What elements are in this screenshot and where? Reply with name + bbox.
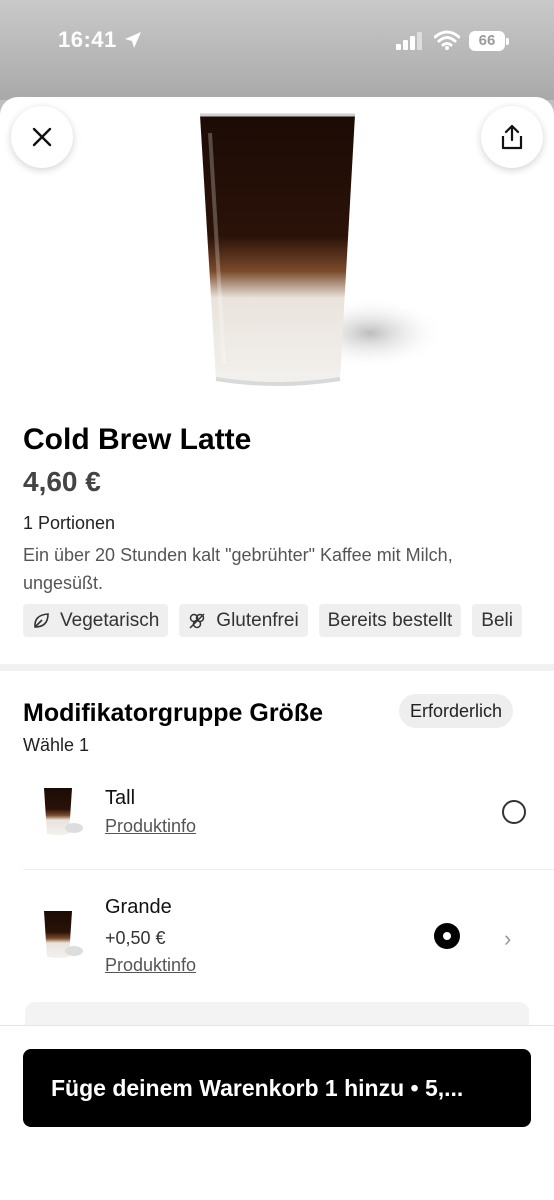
choose-count-label: Wähle 1 bbox=[23, 735, 90, 755]
tag-gluten-free: Glutenfrei bbox=[179, 604, 308, 637]
wifi-icon bbox=[434, 30, 460, 50]
tag-already-ordered: Bereits bestellt bbox=[318, 604, 462, 637]
tag-label: Glutenfrei bbox=[216, 609, 299, 631]
tag-label: Beli bbox=[481, 609, 513, 631]
section-divider bbox=[0, 664, 554, 671]
close-button[interactable] bbox=[11, 106, 73, 168]
footer-bar: Füge deinem Warenkorb 1 hinzu • 5,... bbox=[0, 1025, 554, 1200]
tag-list: Vegetarisch Glutenfrei Bereits bestellt … bbox=[23, 604, 522, 637]
close-icon bbox=[32, 127, 52, 147]
option-divider bbox=[23, 869, 554, 870]
option-name: Grande bbox=[105, 896, 172, 918]
tag-label: Bereits bestellt bbox=[327, 609, 453, 631]
option-price: +0,50 € bbox=[105, 928, 166, 948]
product-description: Ein über 20 Stunden kalt "gebrühter" Kaf… bbox=[23, 545, 453, 593]
share-icon bbox=[501, 124, 523, 150]
product-info-link[interactable]: Produktinfo bbox=[105, 955, 196, 976]
product-title: Cold Brew Latte bbox=[23, 423, 252, 456]
required-badge: Erforderlich bbox=[399, 694, 514, 728]
wheat-icon bbox=[189, 612, 205, 629]
chevron-right-icon[interactable]: › bbox=[504, 926, 511, 952]
product-image bbox=[200, 113, 440, 386]
product-sheet: Cold Brew Latte 4,60 € 1 Portionen Ein ü… bbox=[0, 97, 554, 1200]
product-info-link[interactable]: Produktinfo bbox=[105, 816, 196, 837]
radio-tall[interactable] bbox=[502, 800, 526, 824]
share-button[interactable] bbox=[481, 106, 543, 168]
option-name: Tall bbox=[105, 787, 136, 809]
add-to-cart-button[interactable]: Füge deinem Warenkorb 1 hinzu • 5,... bbox=[23, 1049, 531, 1127]
leaf-icon bbox=[34, 612, 49, 628]
option-thumbnail bbox=[44, 788, 83, 835]
option-thumbnail bbox=[44, 911, 83, 958]
modifier-group-title: Modifikatorgruppe Größe bbox=[23, 699, 323, 727]
battery-indicator: 66 bbox=[469, 31, 509, 51]
tag-vegetarian: Vegetarisch bbox=[23, 604, 169, 637]
radio-grande[interactable] bbox=[434, 923, 460, 949]
product-price: 4,60 € bbox=[23, 466, 101, 497]
tag-label: Vegetarisch bbox=[60, 609, 160, 631]
location-arrow-icon bbox=[125, 32, 141, 48]
signal-icon bbox=[396, 32, 422, 50]
tag-popular: Beli bbox=[472, 604, 522, 637]
product-portions: 1 Portionen bbox=[23, 513, 116, 533]
status-time: 16:41 bbox=[58, 27, 117, 52]
status-bar: 16:41 66 bbox=[0, 0, 554, 100]
